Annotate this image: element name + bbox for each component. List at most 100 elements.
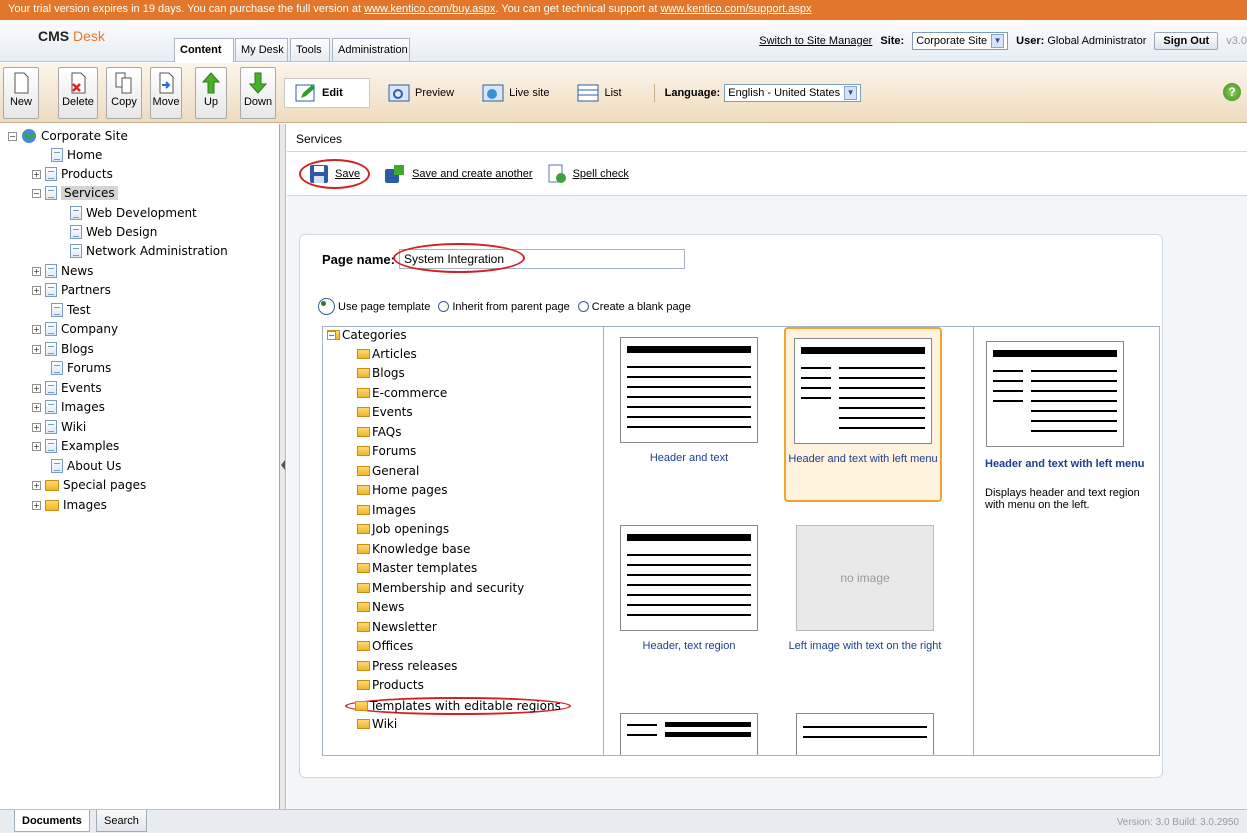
category-item[interactable]: FAQs [357,425,402,439]
tree-node-services[interactable]: − Services [32,184,118,202]
save-button[interactable]: Save [299,158,371,189]
create-blank-page-radio[interactable]: Create a blank page [577,301,691,313]
buy-link[interactable]: www.kentico.com/buy.aspx [364,3,495,15]
category-item[interactable]: Knowledge base [357,542,470,556]
template-item-partial[interactable] [786,713,944,755]
categories-root[interactable]: − Categories [327,328,407,342]
language-select[interactable]: English - United States ▼ [724,84,862,102]
category-item[interactable]: Newsletter [357,620,437,634]
document-icon [45,400,57,414]
tab-content[interactable]: Content [174,38,234,62]
category-item-selected[interactable]: Templates with editable regions [345,697,571,715]
template-thumbnail [620,525,758,631]
category-item[interactable]: Offices [357,639,413,653]
category-item[interactable]: News [357,600,404,614]
category-item[interactable]: Master templates [357,561,477,575]
trial-banner: Your trial version expires in 19 days. Y… [0,0,1247,20]
template-header-and-text-left-menu[interactable]: Header and text with left menu [784,327,942,502]
category-item[interactable]: Forums [357,444,416,458]
category-item[interactable]: Events [357,405,413,419]
category-item[interactable]: Blogs [357,366,405,380]
category-item[interactable]: Images [357,503,416,517]
tree-node-images-folder[interactable]: + Images [32,496,107,514]
header-right: Switch to Site Manager Site: Corporate S… [759,32,1247,50]
new-document-icon [14,72,29,94]
copy-button[interactable]: Copy [106,67,142,119]
tab-administration[interactable]: Administration [332,38,410,61]
template-left-image-text-right[interactable]: no image Left image with text on the rig… [786,525,944,653]
tree-node-network-administration[interactable]: Network Administration [70,242,228,260]
arrow-down-icon [248,72,268,94]
help-icon[interactable]: ? [1223,83,1241,101]
inherit-from-parent-radio[interactable]: Inherit from parent page [438,301,570,313]
save-disk-icon [310,164,328,183]
category-item[interactable]: Job openings [357,522,449,536]
preview-mode-button[interactable]: Preview [378,78,464,108]
category-item[interactable]: Products [357,678,424,692]
category-item[interactable]: E-commerce [357,386,447,400]
sign-out-button[interactable]: Sign Out [1154,32,1219,50]
folder-icon [357,661,370,671]
document-icon [70,244,82,258]
tree-node-special-pages[interactable]: + Special pages [32,476,146,494]
expand-icon: + [32,422,41,432]
category-item[interactable]: Press releases [357,659,457,673]
chevron-down-icon: ▼ [844,86,858,100]
category-item[interactable]: Membership and security [357,581,524,595]
tree-node-about-us[interactable]: About Us [51,457,121,475]
list-mode-button[interactable]: List [567,78,631,108]
tree-node-wiki[interactable]: + Wiki [32,418,86,436]
language-value: English - United States [728,87,841,99]
bottom-bar: Documents Search Version: 3.0 Build: 3.0… [0,809,1247,833]
tree-node-web-development[interactable]: Web Development [70,204,197,222]
tree-node-news[interactable]: + News [32,262,93,280]
pane-splitter[interactable] [280,124,286,809]
category-item[interactable]: Articles [357,347,417,361]
template-header-text-region[interactable]: Header, text region [610,525,768,653]
edit-mode-button[interactable]: Edit [284,78,370,108]
tree-node-corporate-site[interactable]: − Corporate Site [8,127,128,145]
new-button[interactable]: New [3,67,39,119]
site-select[interactable]: Corporate Site ▼ [912,32,1009,50]
down-button[interactable]: Down [240,67,276,119]
version-short: v3.0 [1226,35,1247,47]
tab-my-desk[interactable]: My Desk [235,38,288,61]
category-item[interactable]: Wiki [357,717,397,731]
folder-icon [355,701,368,711]
preview-thumbnail [986,341,1124,447]
tab-documents[interactable]: Documents [14,810,90,832]
tree-node-test[interactable]: Test [51,301,91,319]
tree-node-products[interactable]: + Products [32,165,113,183]
spell-check-button[interactable]: Spell check [547,164,629,184]
tree-node-forums[interactable]: Forums [51,359,111,377]
template-header-and-text[interactable]: Header and text [610,337,768,465]
save-and-create-another-button[interactable]: Save and create another [384,164,533,184]
tree-node-web-design[interactable]: Web Design [70,223,157,241]
tree-node-images[interactable]: + Images [32,398,105,416]
category-item[interactable]: Home pages [357,483,447,497]
category-item[interactable]: General [357,464,419,478]
collapse-arrow-icon[interactable] [281,460,285,470]
delete-button[interactable]: Delete [58,67,98,119]
tab-tools[interactable]: Tools [290,38,330,61]
logo-sub: Desk [73,28,105,44]
tree-node-examples[interactable]: + Examples [32,437,119,455]
tree-node-company[interactable]: + Company [32,320,118,338]
tree-node-partners[interactable]: + Partners [32,281,111,299]
preview-label: Preview [415,87,455,99]
tree-node-home[interactable]: Home [51,146,102,164]
document-icon [45,186,57,200]
support-link[interactable]: www.kentico.com/support.aspx [660,3,811,15]
tree-node-blogs[interactable]: + Blogs [32,340,94,358]
expand-icon: + [32,383,41,393]
move-button[interactable]: Move [150,67,182,119]
up-button[interactable]: Up [195,67,227,119]
live-site-mode-button[interactable]: Live site [472,78,559,108]
use-page-template-radio[interactable]: Use page template [318,298,430,315]
tree-node-events[interactable]: + Events [32,379,102,397]
tab-search[interactable]: Search [96,810,147,832]
switch-to-site-manager-link[interactable]: Switch to Site Manager [759,35,872,47]
preview-icon [388,84,410,102]
template-item-partial[interactable] [610,713,768,755]
cms-desk-logo: CMS Desk [38,28,105,44]
